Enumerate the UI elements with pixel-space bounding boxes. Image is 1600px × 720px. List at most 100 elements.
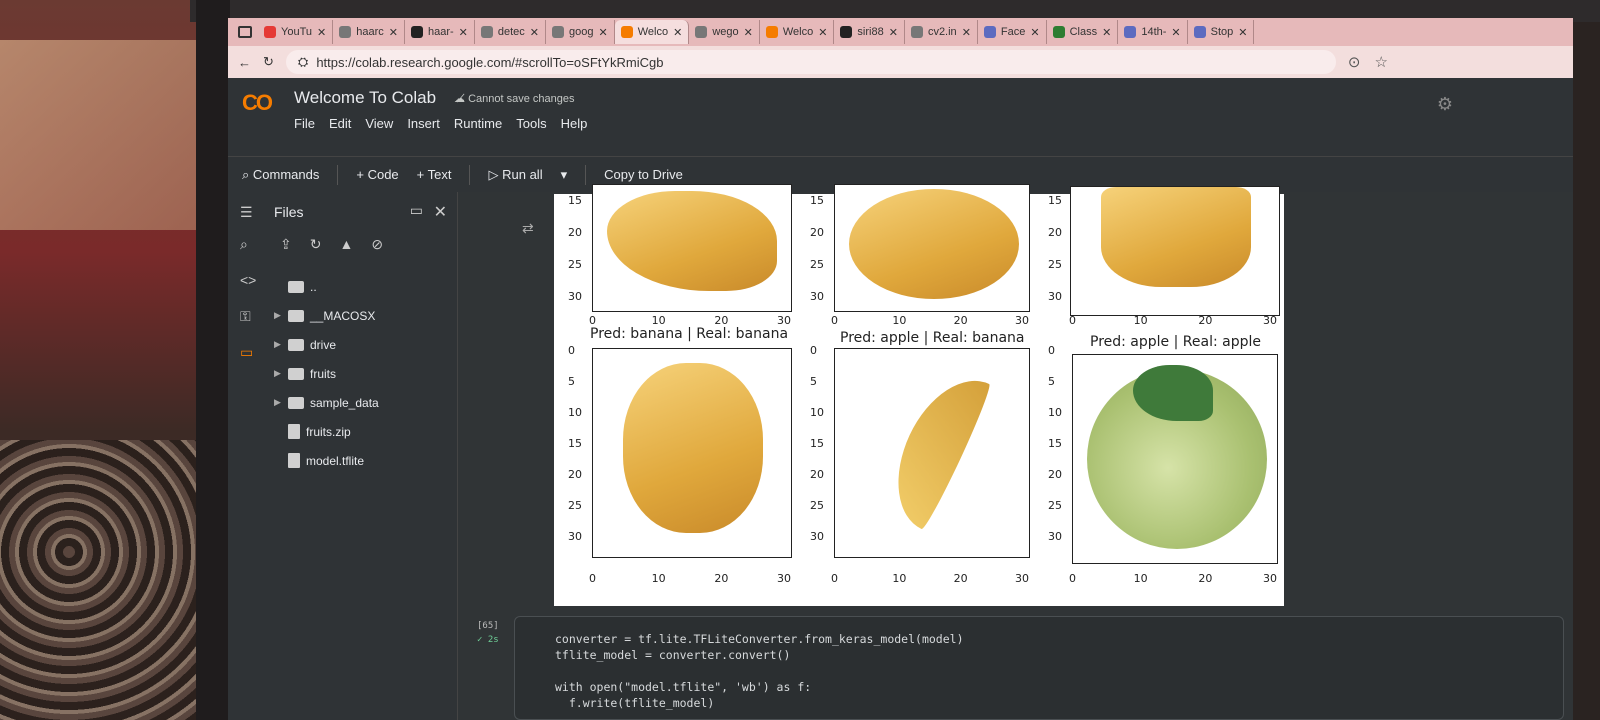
expand-caret-icon[interactable]: ▶: [274, 368, 282, 379]
url-field[interactable]: ⛭ https://colab.research.google.com/#scr…: [285, 50, 1336, 74]
menu-item-edit[interactable]: Edit: [329, 116, 351, 131]
browser-tab[interactable]: Face ✕: [978, 20, 1047, 44]
close-tab-icon[interactable]: ✕: [818, 26, 827, 39]
tick-label: 10: [892, 314, 907, 327]
add-code-button[interactable]: + Code: [356, 167, 398, 182]
copy-to-drive-button[interactable]: Copy to Drive: [604, 167, 683, 182]
close-tab-icon[interactable]: ✕: [962, 26, 971, 39]
menu-item-tools[interactable]: Tools: [516, 116, 546, 131]
code-line: f.write(tflite_model): [555, 696, 715, 710]
close-tab-icon[interactable]: ✕: [1238, 26, 1247, 39]
close-tab-icon[interactable]: ✕: [599, 26, 608, 39]
browser-tab[interactable]: cv2.in ✕: [905, 20, 978, 44]
notebook-title[interactable]: Welcome To Colab: [294, 88, 436, 108]
github-icon: [410, 26, 423, 38]
code-line: converter = tf.lite.TFLiteConverter.from…: [555, 632, 964, 646]
browser-tab[interactable]: Stop ✕: [1188, 20, 1255, 44]
close-tab-icon[interactable]: ✕: [1102, 26, 1111, 39]
tick-label: 20: [810, 226, 824, 239]
panel-title-1: Pred: banana | Real: banana: [590, 326, 789, 342]
site-info-icon[interactable]: ⛭: [298, 54, 308, 70]
close-icon[interactable]: ✕: [434, 202, 447, 222]
browser-tab[interactable]: haar- ✕: [405, 20, 475, 44]
browser-tab[interactable]: siri88 ✕: [834, 20, 905, 44]
browser-tab[interactable]: YouTu ✕: [258, 20, 334, 44]
code-editor[interactable]: converter = tf.lite.TFLiteConverter.from…: [555, 631, 964, 711]
extension-icon[interactable]: ⊙: [1348, 53, 1361, 71]
file-tree-item[interactable]: ▶ __MACOSX: [274, 301, 454, 330]
browser-tab[interactable]: haarc ✕: [333, 20, 405, 44]
secrets-key-icon[interactable]: ⚿: [240, 308, 251, 325]
find-icon[interactable]: ⌕: [240, 236, 248, 253]
tab-label: 14th-: [1141, 26, 1167, 38]
colab-logo[interactable]: CO: [242, 90, 273, 116]
back-icon[interactable]: ←: [238, 55, 251, 70]
tick-label: 25: [810, 258, 824, 271]
code-snippets-icon[interactable]: <>: [240, 272, 256, 288]
close-tab-icon[interactable]: ✕: [1171, 26, 1180, 39]
close-tab-icon[interactable]: ✕: [744, 26, 753, 39]
bookmark-star-icon[interactable]: ☆: [1374, 53, 1387, 71]
browser-tab[interactable]: Class ✕: [1047, 20, 1119, 44]
folder-icon: [288, 309, 304, 322]
close-tab-icon[interactable]: ✕: [317, 26, 326, 39]
tab-label: haar-: [427, 26, 454, 38]
menu-item-view[interactable]: View: [365, 116, 393, 131]
run-all-dropdown-icon[interactable]: ▾: [561, 167, 568, 183]
file-tree-item[interactable]: fruits.zip: [274, 417, 454, 446]
table-of-contents-icon[interactable]: ☰: [240, 204, 253, 221]
menu-item-file[interactable]: File: [294, 116, 315, 131]
browser-tab[interactable]: 14th- ✕: [1118, 20, 1188, 44]
menu-item-insert[interactable]: Insert: [407, 116, 440, 131]
close-tab-icon[interactable]: ✕: [530, 26, 539, 39]
code-cell[interactable]: [65] ✓ 2s converter = tf.lite.TFLiteConv…: [477, 616, 1564, 720]
file-tree-item[interactable]: ▶ fruits: [274, 359, 454, 388]
file-tree-item[interactable]: ▶ sample_data: [274, 388, 454, 417]
image-plot: [592, 348, 792, 558]
browser-tab[interactable]: Welco ✕: [760, 20, 835, 44]
file-tree-label: sample_data: [310, 395, 379, 410]
close-tab-icon[interactable]: ✕: [1030, 26, 1039, 39]
tick-label: 5: [1048, 375, 1055, 388]
search-icon: [910, 26, 923, 38]
files-folder-icon[interactable]: ▭: [240, 344, 253, 361]
tick-label: 0: [589, 572, 596, 585]
tick-label: 30: [777, 314, 791, 327]
expand-caret-icon[interactable]: ▶: [274, 397, 282, 408]
add-text-button[interactable]: + Text: [417, 167, 452, 182]
mount-drive-icon[interactable]: ▲: [339, 236, 353, 253]
close-tab-icon[interactable]: ✕: [889, 26, 898, 39]
browser-tab[interactable]: detec ✕: [475, 20, 547, 44]
expand-caret-icon[interactable]: ▶: [274, 310, 282, 321]
toolbar-divider: [469, 164, 471, 185]
classroom-icon: [1052, 26, 1065, 38]
close-tab-icon[interactable]: ✕: [673, 26, 682, 39]
colab-header: CO Welcome To Colab ☁̸ Cannot save chang…: [228, 78, 1573, 156]
file-tree-item[interactable]: ▶ drive: [274, 330, 454, 359]
hide-files-icon[interactable]: ⊘: [371, 236, 383, 253]
browser-tab[interactable]: wego ✕: [689, 20, 760, 44]
expand-panel-icon[interactable]: ▭: [410, 202, 423, 219]
tick-label: 0: [1048, 344, 1055, 357]
tick-label: 20: [953, 572, 968, 585]
settings-gear-icon[interactable]: ⚙: [1437, 94, 1453, 115]
tick-label: 10: [810, 406, 824, 419]
upload-file-icon[interactable]: ⇪: [280, 236, 292, 253]
browser-tab[interactable]: goog ✕: [546, 20, 615, 44]
run-all-button[interactable]: ▷ Run all: [488, 167, 542, 183]
menu-item-help[interactable]: Help: [561, 116, 588, 131]
reload-icon[interactable]: ↻: [263, 54, 274, 70]
menu-bar: File Edit View Insert Runtime Tools Help: [294, 116, 587, 131]
search-icon: ⌕: [242, 166, 250, 182]
refresh-icon[interactable]: ↻: [310, 236, 322, 253]
tab-actions-icon[interactable]: [238, 26, 252, 38]
file-tree-item[interactable]: ..: [274, 272, 454, 301]
close-tab-icon[interactable]: ✕: [459, 26, 468, 39]
browser-tab[interactable]: Welco ✕: [614, 20, 690, 44]
expand-caret-icon[interactable]: ▶: [274, 339, 282, 350]
commands-button[interactable]: ⌕ Commands: [242, 167, 319, 183]
output-actions-icon[interactable]: ⇄: [522, 220, 534, 237]
file-tree-item[interactable]: model.tflite: [274, 446, 454, 475]
menu-item-runtime[interactable]: Runtime: [454, 116, 502, 131]
close-tab-icon[interactable]: ✕: [389, 26, 398, 39]
